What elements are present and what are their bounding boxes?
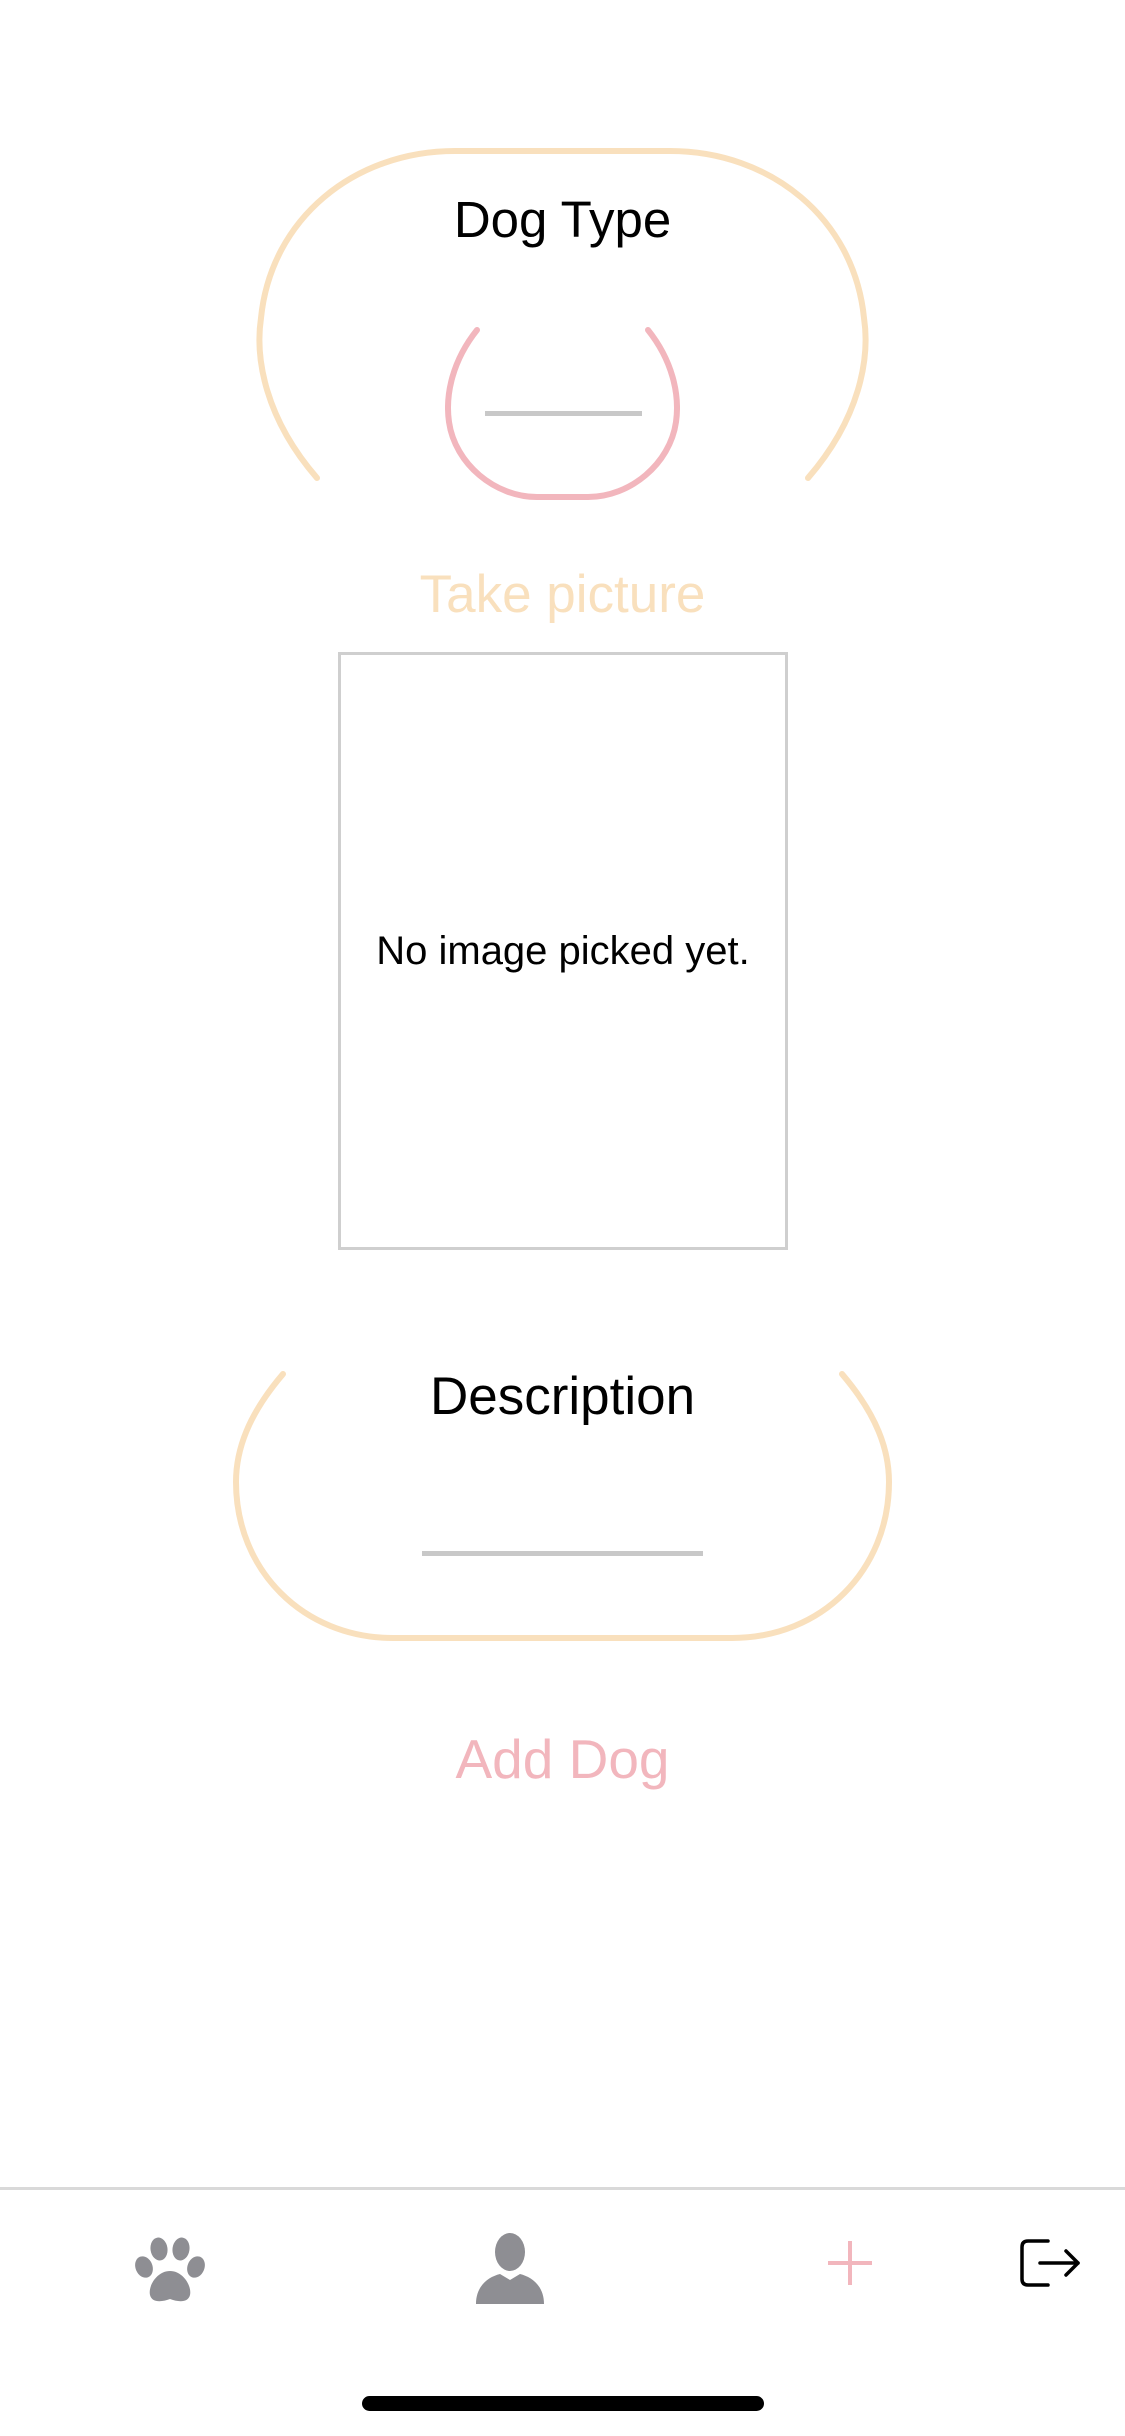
profile-icon [476, 2233, 544, 2304]
description-underline [422, 1551, 703, 1556]
home-indicator [362, 2396, 764, 2411]
tab-logout[interactable] [1005, 2223, 1095, 2303]
paw-icon [135, 2237, 205, 2302]
description-label: Description [429, 1367, 696, 1426]
image-preview: No image picked yet. [338, 652, 788, 1250]
dog-type-underline [485, 411, 642, 416]
plus-icon [828, 2241, 872, 2285]
logout-icon [1020, 2239, 1080, 2287]
image-placeholder-text: No image picked yet. [376, 928, 750, 973]
add-dog-screen: Dog Type Take picture No image picked ye… [0, 0, 1125, 2436]
dog-type-label: Dog Type [453, 191, 672, 248]
description-input[interactable] [420, 1440, 706, 1560]
tab-dogs[interactable] [120, 2225, 220, 2315]
tab-profile[interactable] [460, 2218, 560, 2318]
take-picture-button[interactable]: Take picture [0, 564, 1125, 626]
add-dog-button[interactable]: Add Dog [0, 1727, 1125, 1791]
tab-add-dog[interactable] [810, 2223, 890, 2303]
